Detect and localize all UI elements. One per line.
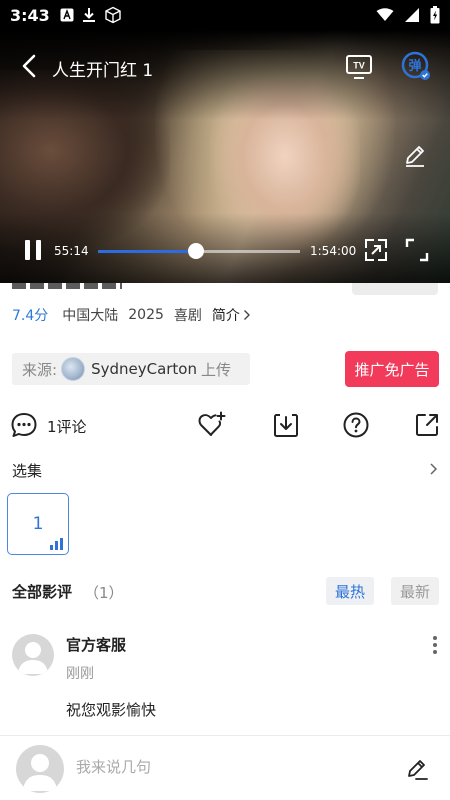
video-meta-row: 7.4分 中国大陆 2025 喜剧 简介 [12,305,251,325]
battery-icon [430,6,440,24]
episode-number: 1 [32,514,44,534]
seek-thumb[interactable] [187,243,204,259]
favorite-heart-icon[interactable] [197,410,227,440]
write-comment-pencil-icon[interactable] [404,756,430,782]
uploader-suffix: 上传 [201,360,232,379]
svg-text:TV: TV [353,61,365,71]
review-author-name[interactable]: 官方客服 [66,634,126,655]
comment-bar [0,735,450,800]
status-icons-left [60,6,122,24]
review-author-avatar[interactable] [12,634,54,676]
intro-link[interactable]: 简介 [212,305,251,325]
uploader-name: SydneyCarton [91,360,197,378]
wifi-icon [376,8,394,22]
edit-danmaku-icon[interactable] [402,142,428,168]
current-time: 55:14 [54,244,89,258]
pause-button[interactable] [22,238,44,262]
sort-new-tab[interactable]: 最新 [391,577,439,605]
my-avatar [16,745,64,793]
now-playing-bars-icon [50,538,63,550]
cube-icon [104,6,122,24]
uploader-avatar [61,357,86,381]
episodes-more-chevron-icon[interactable] [426,460,440,478]
help-question-icon[interactable] [341,410,371,440]
review-text: 祝您观影愉快 [66,701,157,719]
download-icon[interactable] [271,410,301,440]
comment-input[interactable] [76,758,376,776]
reviews-count: （1） [84,584,124,602]
font-a-icon [60,8,74,22]
total-time: 1:54:00 [310,244,357,258]
share-icon[interactable] [412,410,442,440]
comment-count[interactable]: 1评论 [47,416,87,437]
status-bar: 3:43 [0,0,450,30]
video-title: 人生开门红 1 [52,61,154,81]
scrolled-button-remnant [352,283,438,295]
tv-cast-button[interactable]: TV [345,52,373,80]
status-time: 3:43 [10,5,50,25]
download-arrow-icon [82,7,96,23]
reviews-title: 全部影评 [12,583,73,601]
danmaku-toggle-icon[interactable]: 弹 [400,50,432,82]
more-vertical-icon[interactable] [428,634,442,656]
sort-hot-tab[interactable]: 最热 [326,577,374,605]
status-icons-right [376,6,440,24]
episodes-label: 选集 [12,462,43,480]
svg-text:弹: 弹 [408,58,421,74]
seek-bar-progress [98,250,196,253]
fullscreen-icon[interactable] [405,238,429,262]
signal-icon [404,7,420,23]
source-label: 来源: [22,360,58,379]
exit-fullscreen-icon[interactable] [364,238,388,262]
year: 2025 [128,307,164,323]
comment-icon[interactable] [9,410,39,440]
chevron-right-icon [243,310,250,320]
region: 中国大陆 [62,308,119,324]
promote-remove-ads-button[interactable]: 推广免广告 [345,351,439,387]
episode-tile[interactable]: 1 [7,493,69,555]
video-player[interactable]: 人生开门红 1 TV 弹 55:14 1:54:00 [0,30,450,283]
intro-label: 简介 [211,308,240,324]
scrolled-title-remnant [12,283,132,293]
back-button[interactable] [18,52,42,80]
genre: 喜剧 [173,308,202,324]
review-time: 刚刚 [66,666,94,682]
uploader-chip[interactable]: 来源: SydneyCarton 上传 [12,353,250,385]
score: 7.4分 [12,308,49,324]
